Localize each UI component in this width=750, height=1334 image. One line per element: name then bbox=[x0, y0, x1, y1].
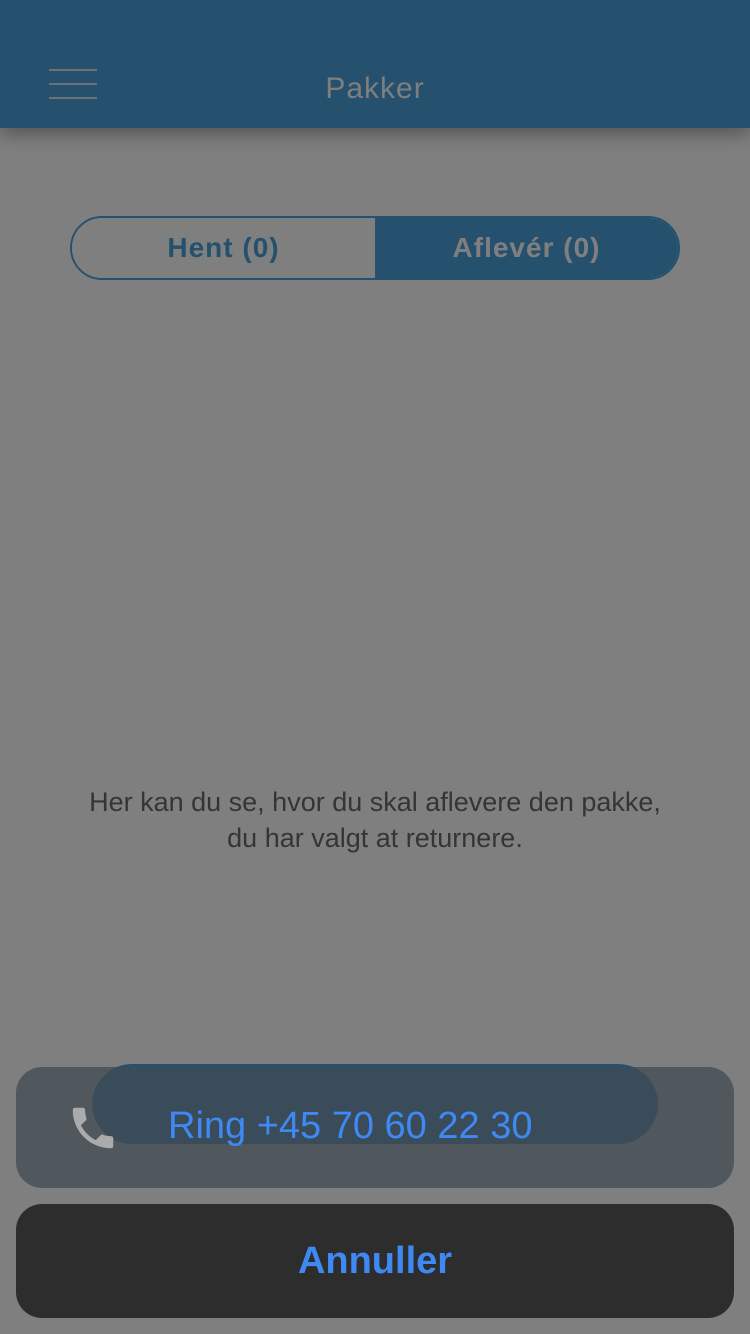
call-action-button[interactable]: Ring +45 70 60 22 30 bbox=[16, 1067, 734, 1188]
cancel-label: Annuller bbox=[297, 1239, 453, 1282]
phone-icon bbox=[72, 1107, 114, 1149]
call-label: Ring +45 70 60 22 30 bbox=[168, 1105, 533, 1147]
screen: Pakker Hent (0) Aflevér (0) Her kan du s… bbox=[0, 0, 750, 1334]
cancel-button[interactable]: Annuller bbox=[16, 1204, 734, 1318]
